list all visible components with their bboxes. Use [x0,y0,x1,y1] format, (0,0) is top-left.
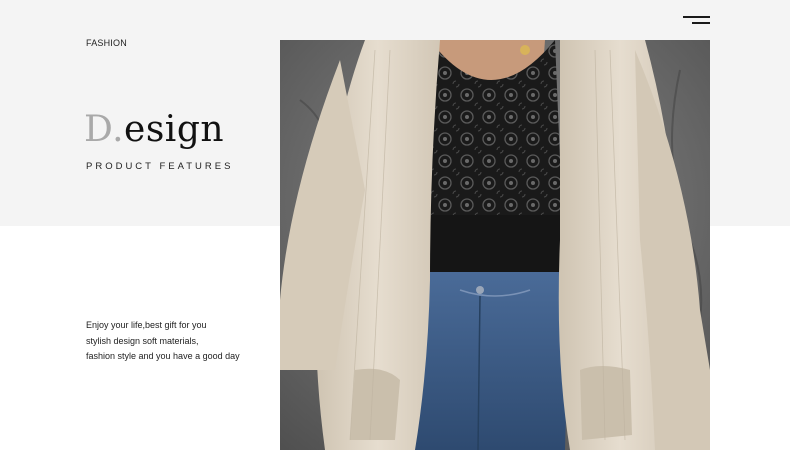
description-line-1: Enjoy your life,best gift for you [86,320,207,330]
design-title-initial: D. [84,109,125,150]
hamburger-menu-icon[interactable] [683,16,710,26]
description-line-2: stylish design soft materials, [86,335,199,346]
design-title: D.esign [84,108,224,152]
product-features-subtitle: PRODUCT FEATURES [86,161,234,172]
model-wearing-cardigan-image [280,40,710,450]
design-title-rest: esign [124,109,225,150]
description-text: Enjoy your life,best gift for you stylis… [86,318,271,365]
category-label: FASHION [86,38,127,48]
description-line-3: fashion style and you have a good day [86,351,240,361]
product-photo [280,40,710,450]
